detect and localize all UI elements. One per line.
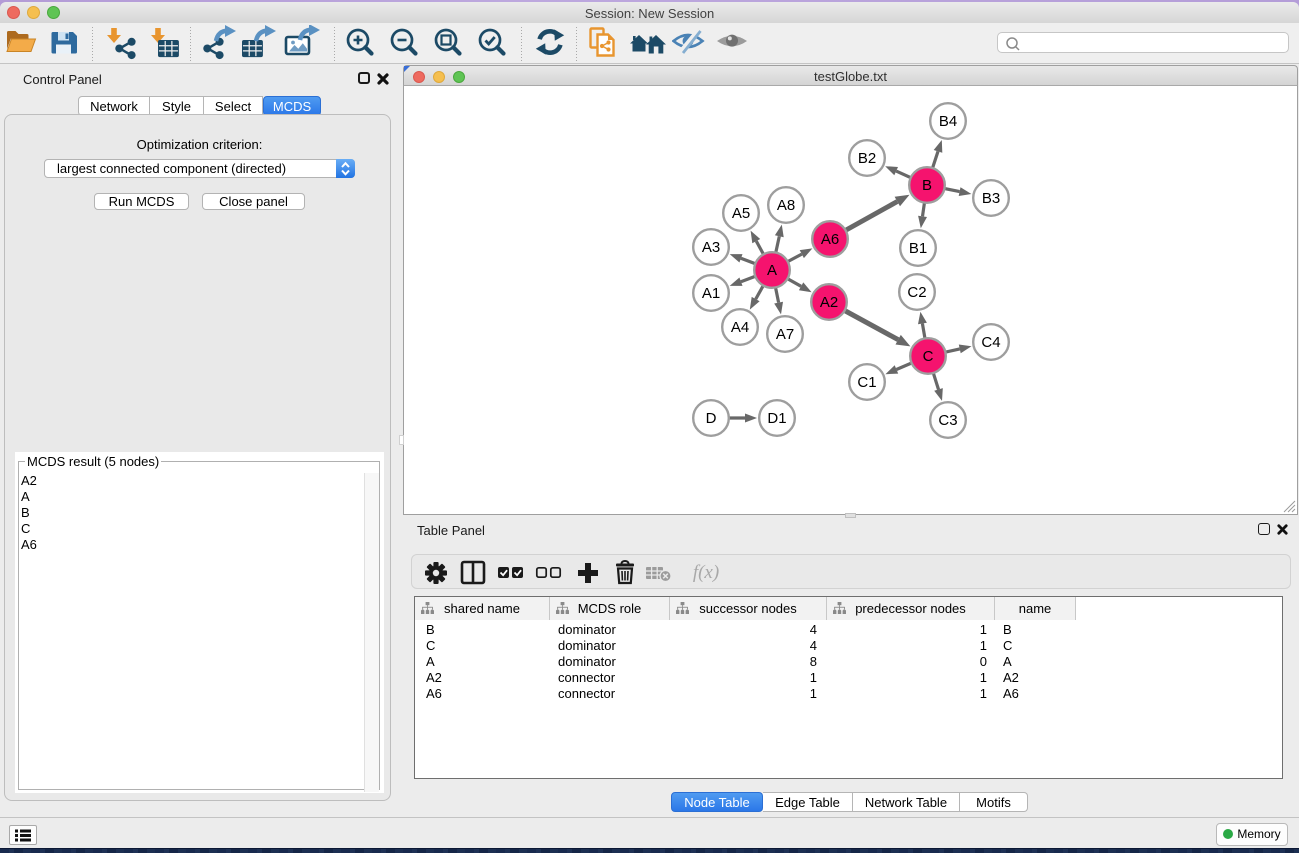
svg-text:A6: A6 — [821, 231, 839, 248]
svg-text:C: C — [923, 348, 934, 365]
svg-text:A5: A5 — [732, 205, 750, 222]
svg-text:A1: A1 — [702, 285, 720, 302]
svg-text:B2: B2 — [858, 150, 876, 167]
svg-text:A4: A4 — [731, 319, 749, 336]
svg-text:C2: C2 — [907, 284, 926, 301]
svg-text:B1: B1 — [909, 240, 927, 257]
svg-text:B4: B4 — [939, 113, 957, 130]
svg-text:C4: C4 — [981, 334, 1000, 351]
svg-text:B: B — [922, 177, 932, 194]
svg-text:D1: D1 — [767, 410, 786, 427]
svg-text:D: D — [706, 410, 717, 427]
svg-text:B3: B3 — [982, 190, 1000, 207]
svg-text:C3: C3 — [938, 412, 957, 429]
svg-text:A: A — [767, 262, 777, 279]
svg-text:C1: C1 — [857, 374, 876, 391]
svg-text:A3: A3 — [702, 239, 720, 256]
svg-text:A8: A8 — [777, 197, 795, 214]
svg-text:A2: A2 — [820, 294, 838, 311]
svg-text:A7: A7 — [776, 326, 794, 343]
